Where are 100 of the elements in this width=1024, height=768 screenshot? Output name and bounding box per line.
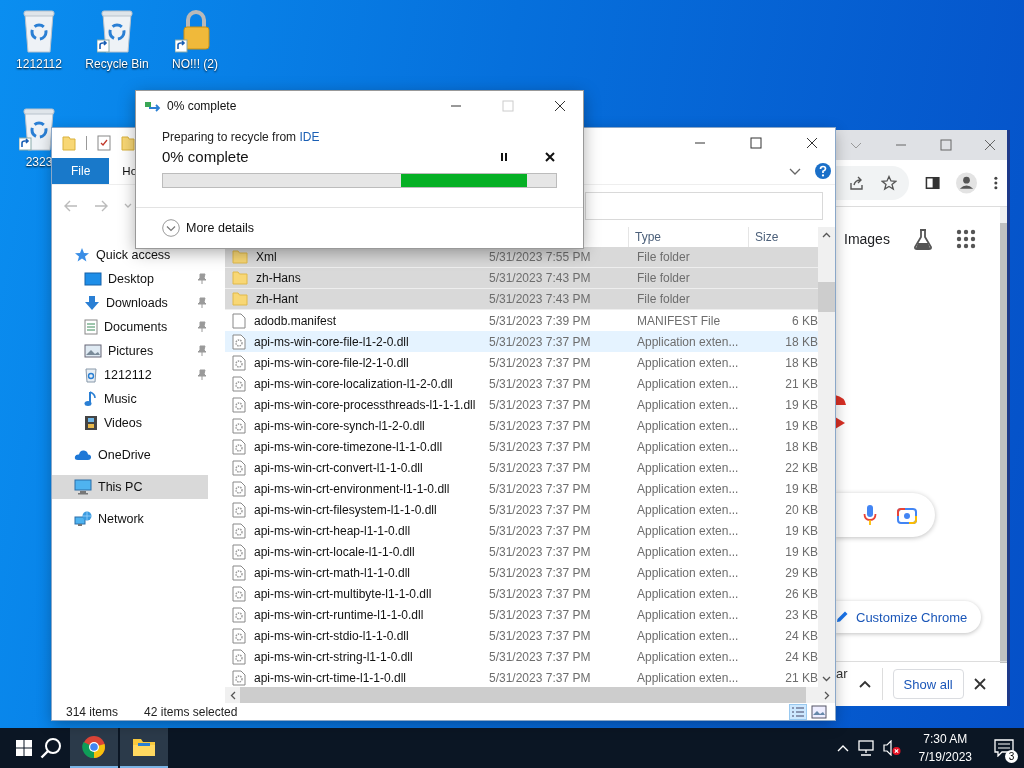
large-icons-view-icon[interactable] — [811, 704, 827, 719]
customize-button[interactable]: Customize Chrome — [835, 601, 982, 633]
start-icon[interactable] — [16, 740, 32, 756]
images-link[interactable]: Images — [844, 231, 890, 247]
file-name: api-ms-win-core-localization-l1-2-0.dll — [254, 376, 453, 391]
file-row[interactable]: api-ms-win-crt-filesystem-l1-1-0.dll 5/31/2023 7:37 PM Application exten... 20 KB — [225, 499, 818, 520]
file-row[interactable]: api-ms-win-crt-time-l1-1-0.dll 5/31/2023 7:37 PM Application exten... 21 KB — [225, 667, 818, 688]
nav-item[interactable]: Desktop — [76, 267, 197, 291]
caret-up-icon[interactable] — [857, 679, 872, 689]
share-icon[interactable] — [849, 175, 865, 191]
nav-item[interactable]: Videos — [76, 411, 225, 435]
apps-grid-icon[interactable] — [955, 229, 976, 249]
file-row[interactable]: api-ms-win-core-timezone-l1-1-0.dll 5/31/2023 7:37 PM Application exten... 18 KB — [225, 436, 818, 457]
type-cell-text: Application exten... — [636, 418, 740, 433]
file-row[interactable]: api-ms-win-core-localization-l1-2-0.dll 5/31/2023 7:37 PM Application exten... 21 KB — [225, 373, 818, 394]
scroll-thumb[interactable] — [818, 282, 835, 312]
muted-speaker-icon[interactable] — [882, 740, 901, 756]
nav-item[interactable]: This PC — [52, 475, 208, 499]
nav-item[interactable]: Network — [52, 507, 225, 531]
maximize-icon[interactable] — [939, 139, 952, 151]
show-all-button[interactable]: Show all — [892, 669, 964, 699]
maximize-icon[interactable] — [750, 137, 762, 149]
file-row[interactable]: api-ms-win-crt-locale-l1-1-0.dll 5/31/2023 7:37 PM Application exten... 19 KB — [225, 541, 818, 562]
file-row[interactable]: api-ms-win-crt-convert-l1-1-0.dll 5/31/2023 7:37 PM Application exten... 22 KB — [225, 457, 818, 478]
side-panel-icon[interactable] — [925, 175, 941, 191]
ribbon-tab[interactable]: File — [52, 158, 110, 184]
file-row[interactable]: api-ms-win-core-file-l2-1-0.dll 5/31/2023 7:37 PM Application exten... 18 KB — [225, 352, 818, 373]
size-cell-text: 19 KB — [784, 418, 818, 433]
date-cell-text: 5/31/2023 7:37 PM — [488, 544, 592, 559]
scrollbar[interactable] — [818, 227, 835, 687]
more-details-button[interactable]: More details — [162, 217, 255, 239]
file-row[interactable]: zh-Hant 5/31/2023 7:43 PM File folder — [225, 289, 818, 310]
browser-icon[interactable] — [82, 735, 106, 759]
search-icon[interactable] — [40, 737, 62, 759]
type-cell-text: Application exten... — [636, 334, 740, 349]
profile-icon[interactable] — [956, 172, 978, 194]
help-icon[interactable] — [815, 163, 831, 179]
address-field[interactable] — [585, 192, 823, 220]
file-row[interactable]: api-ms-win-crt-environment-l1-1-0.dll 5/31/2023 7:37 PM Application exten... 19 KB — [225, 478, 818, 499]
file-row[interactable]: api-ms-win-core-processthreads-l1-1-1.dll 5/31/2023 7:37 PM Application exten... 19 KB — [225, 394, 818, 415]
date-cell-text: 5/31/2023 7:55 PM — [488, 250, 592, 264]
file-row[interactable]: api-ms-win-crt-multibyte-l1-1-0.dll 5/31/2023 7:37 PM Application exten... 26 KB — [225, 583, 818, 604]
menu-icon[interactable] — [993, 175, 999, 191]
file-row[interactable]: zh-Hans 5/31/2023 7:43 PM File folder — [225, 268, 818, 289]
scroll-up-icon[interactable] — [822, 232, 831, 238]
pin-icon[interactable] — [197, 273, 207, 285]
clock-date[interactable]: 7/19/2023 — [918, 748, 972, 766]
date-cell-text: 5/31/2023 7:37 PM — [488, 355, 592, 370]
star-icon[interactable] — [881, 175, 897, 191]
pin-icon[interactable] — [197, 321, 207, 333]
chevron-down-icon[interactable] — [789, 166, 801, 176]
nav-item[interactable]: Downloads — [76, 291, 197, 315]
file-row[interactable]: api-ms-win-core-file-l1-2-0.dll 5/31/2023 7:37 PM Application exten... 18 KB — [225, 331, 818, 352]
file-row[interactable]: adodb.manifest 5/31/2023 7:39 PM MANIFEST File 6 KB — [225, 310, 818, 331]
scroll-right-icon[interactable] — [824, 690, 830, 700]
camera-icon[interactable] — [897, 506, 917, 524]
gear-file-icon — [232, 501, 246, 518]
file-row[interactable]: api-ms-win-crt-runtime-l1-1-0.dll 5/31/2023 7:37 PM Application exten... 23 KB — [225, 604, 818, 625]
file-row[interactable]: api-ms-win-crt-string-l1-1-0.dll 5/31/2023 7:37 PM Application exten... 24 KB — [225, 646, 818, 667]
cloud-icon — [74, 448, 92, 462]
checklist-icon[interactable] — [97, 135, 111, 151]
cancel-icon[interactable] — [545, 151, 555, 162]
network-icon[interactable] — [856, 740, 875, 756]
pencil-icon — [835, 610, 849, 624]
flask-icon[interactable] — [911, 228, 934, 250]
file-row[interactable]: api-ms-win-crt-heap-l1-1-0.dll 5/31/2023 7:37 PM Application exten... 19 KB — [225, 520, 818, 541]
close-icon[interactable] — [806, 137, 818, 149]
microphone-icon[interactable] — [863, 504, 877, 526]
nav-item[interactable]: Documents — [76, 315, 197, 339]
scroll-down-icon[interactable] — [822, 676, 831, 682]
nav-item[interactable]: OneDrive — [52, 443, 225, 467]
pin-icon[interactable] — [197, 297, 207, 309]
nav-item[interactable]: 1212112 — [76, 363, 197, 387]
address-bar[interactable] — [835, 166, 909, 200]
file-row[interactable]: api-ms-win-crt-stdio-l1-1-0.dll 5/31/2023 7:37 PM Application exten... 24 KB — [225, 625, 818, 646]
file-row[interactable]: api-ms-win-core-synch-l1-2-0.dll 5/31/2023 7:37 PM Application exten... 19 KB — [225, 415, 818, 436]
clock-time[interactable]: 7:30 AM — [923, 730, 968, 748]
nav-item[interactable]: Quick access — [52, 243, 225, 267]
folder-icon[interactable] — [132, 737, 156, 757]
date-cell-text: 5/31/2023 7:37 PM — [488, 439, 592, 454]
date-cell-text: 5/31/2023 7:37 PM — [488, 649, 592, 664]
pin-icon[interactable] — [197, 345, 207, 357]
size-cell-text: 19 KB — [784, 523, 818, 538]
scroll-left-icon[interactable] — [230, 690, 236, 700]
type-cell-text: Application exten... — [636, 523, 740, 538]
transfer-icon — [145, 100, 161, 112]
close-icon[interactable] — [973, 678, 986, 690]
nav-item[interactable]: Music — [76, 387, 225, 411]
size-cell-text: 19 KB — [784, 544, 818, 559]
icon-label: Recycle Bin — [85, 57, 149, 71]
date-cell-text: 5/31/2023 7:43 PM — [488, 271, 592, 285]
details-view-icon[interactable] — [789, 703, 807, 720]
file-row[interactable]: api-ms-win-crt-math-l1-1-0.dll 5/31/2023 7:37 PM Application exten... 29 KB — [225, 562, 818, 583]
pin-icon[interactable] — [197, 369, 207, 381]
date-cell-text: 5/31/2023 7:37 PM — [488, 376, 592, 391]
source-link[interactable]: IDE — [299, 130, 320, 144]
nav-item[interactable]: Pictures — [76, 339, 197, 363]
pause-icon[interactable] — [499, 151, 509, 162]
file-row[interactable]: Xml 5/31/2023 7:55 PM File folder — [225, 247, 818, 268]
close-icon[interactable] — [554, 100, 566, 112]
